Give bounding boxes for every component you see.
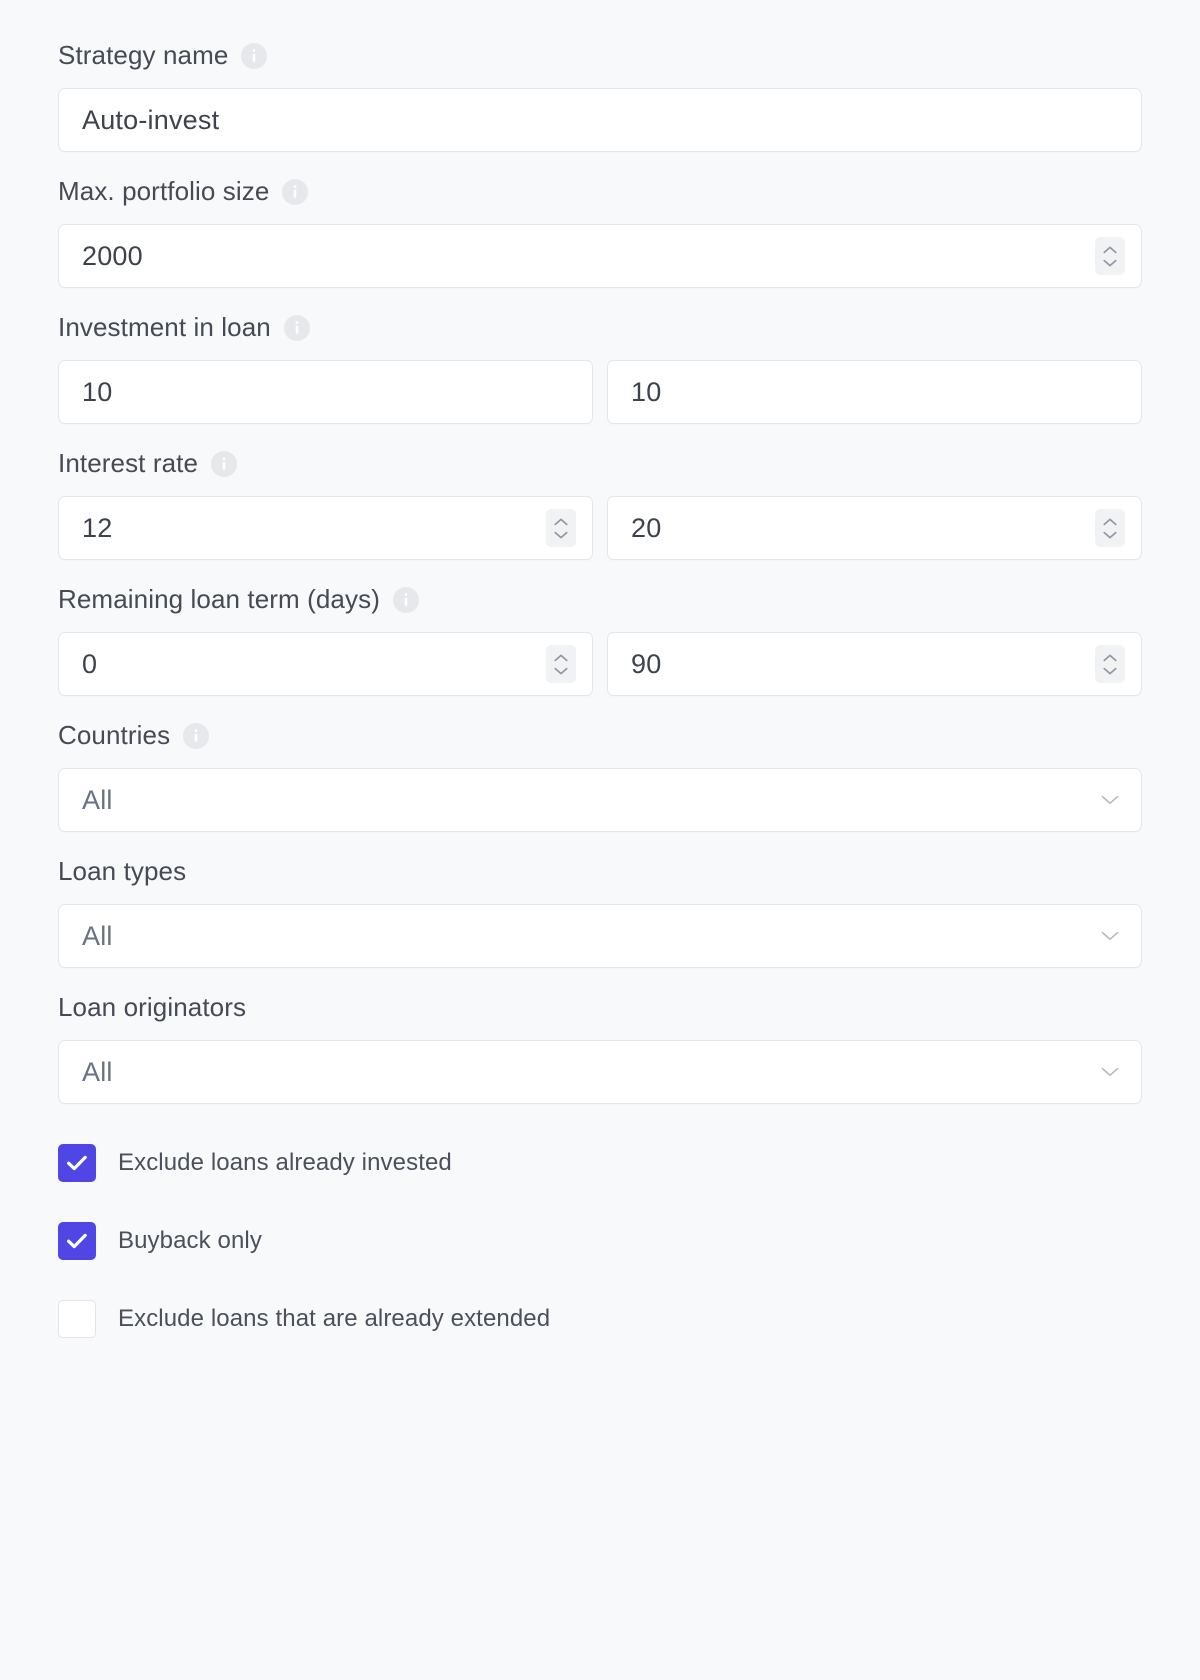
value-strategy-name: Auto-invest: [82, 105, 220, 135]
field-label-interest-rate: Interest rate: [58, 448, 199, 478]
select-countries[interactable]: All: [58, 768, 1142, 832]
field-group-max-portfolio-size: Max. portfolio size 2000: [58, 174, 1142, 288]
chevron-down-icon[interactable]: [1103, 259, 1117, 267]
auto-invest-strategy-form: Strategy name Auto-invest Max. portfolio s…: [0, 0, 1200, 1348]
value-loan-originators: All: [82, 1057, 113, 1087]
field-inputs-interest-rate: 12 20: [58, 496, 1142, 560]
input-remaining-loan-term-max[interactable]: 90: [607, 632, 1142, 696]
info-icon-investment-in-loan[interactable]: [283, 315, 310, 341]
checkbox-buyback-only[interactable]: [58, 1222, 96, 1260]
value-countries: All: [82, 785, 113, 815]
field-group-strategy-name: Strategy name Auto-invest: [58, 38, 1142, 152]
chevron-down-icon[interactable]: [554, 531, 568, 539]
value-investment-in-loan-max: 10: [631, 377, 662, 407]
field-group-loan-types: Loan types All: [58, 854, 1142, 968]
value-investment-in-loan-min: 10: [82, 377, 113, 407]
field-inputs-loan-types: All: [58, 904, 1142, 968]
info-icon-remaining-loan-term[interactable]: [392, 587, 419, 613]
chevron-up-icon[interactable]: [1103, 654, 1117, 662]
field-group-interest-rate: Interest rate 12 20: [58, 446, 1142, 560]
chevron-down-icon[interactable]: [1103, 667, 1117, 675]
select-loan-types[interactable]: All: [58, 904, 1142, 968]
stepper-max-portfolio-size[interactable]: [1095, 237, 1125, 275]
stepper-interest-rate-max[interactable]: [1095, 509, 1125, 547]
checkbox-label-buyback-only: Buyback only: [118, 1227, 262, 1254]
checkbox-label-exclude-loans-already-extended: Exclude loans that are already extended: [118, 1305, 551, 1332]
input-interest-rate-max[interactable]: 20: [607, 496, 1142, 560]
checkbox-row-buyback-only[interactable]: Buyback only: [58, 1212, 1142, 1270]
input-max-portfolio-size[interactable]: 2000: [58, 224, 1142, 288]
chevron-down-icon[interactable]: [1103, 531, 1117, 539]
field-inputs-remaining-loan-term: 0 90: [58, 632, 1142, 696]
input-interest-rate-min[interactable]: 12: [58, 496, 593, 560]
input-investment-in-loan-max[interactable]: 10: [607, 360, 1142, 424]
field-label-row-loan-types: Loan types: [58, 854, 1142, 888]
checkbox-exclude-loans-already-extended[interactable]: [58, 1300, 96, 1338]
select-loan-originators[interactable]: All: [58, 1040, 1142, 1104]
field-inputs-strategy-name: Auto-invest: [58, 88, 1142, 152]
field-inputs-investment-in-loan: 10 10: [58, 360, 1142, 424]
field-label-row-loan-originators: Loan originators: [58, 990, 1142, 1024]
field-label-strategy-name: Strategy name: [58, 40, 229, 70]
field-inputs-countries: All: [58, 768, 1142, 832]
field-inputs-loan-originators: All: [58, 1040, 1142, 1104]
caret-down-icon-loan-originators[interactable]: [1101, 1067, 1119, 1077]
chevron-up-icon[interactable]: [554, 654, 568, 662]
field-label-loan-types: Loan types: [58, 856, 187, 886]
field-label-row-max-portfolio-size: Max. portfolio size: [58, 174, 1142, 208]
info-icon-countries[interactable]: [183, 723, 210, 749]
field-group-remaining-loan-term: Remaining loan term (days) 0 90: [58, 582, 1142, 696]
checkbox-label-exclude-loans-already-invested: Exclude loans already invested: [118, 1149, 452, 1176]
form-fields: Strategy name Auto-invest Max. portfolio s…: [58, 38, 1142, 1104]
caret-down-icon-loan-types[interactable]: [1101, 931, 1119, 941]
info-icon-max-portfolio-size[interactable]: [282, 179, 309, 205]
caret-down-icon-countries[interactable]: [1101, 795, 1119, 805]
checkbox-exclude-loans-already-invested[interactable]: [58, 1144, 96, 1182]
field-group-investment-in-loan: Investment in loan 10 10: [58, 310, 1142, 424]
value-remaining-loan-term-min: 0: [82, 649, 98, 679]
field-label-investment-in-loan: Investment in loan: [58, 312, 271, 342]
chevron-up-icon[interactable]: [554, 518, 568, 526]
field-label-row-interest-rate: Interest rate: [58, 446, 1142, 480]
value-loan-types: All: [82, 921, 113, 951]
field-label-loan-originators: Loan originators: [58, 992, 247, 1022]
field-inputs-max-portfolio-size: 2000: [58, 224, 1142, 288]
input-remaining-loan-term-min[interactable]: 0: [58, 632, 593, 696]
input-strategy-name[interactable]: Auto-invest: [58, 88, 1142, 152]
field-label-row-investment-in-loan: Investment in loan: [58, 310, 1142, 344]
chevron-up-icon[interactable]: [1103, 246, 1117, 254]
info-icon-strategy-name[interactable]: [241, 43, 268, 69]
stepper-remaining-loan-term-max[interactable]: [1095, 645, 1125, 683]
field-group-countries: Countries All: [58, 718, 1142, 832]
field-label-remaining-loan-term: Remaining loan term (days): [58, 584, 380, 614]
value-interest-rate-min: 12: [82, 513, 113, 543]
input-investment-in-loan-min[interactable]: 10: [58, 360, 593, 424]
field-group-loan-originators: Loan originators All: [58, 990, 1142, 1104]
info-icon-interest-rate[interactable]: [211, 451, 238, 477]
stepper-interest-rate-min[interactable]: [546, 509, 576, 547]
value-remaining-loan-term-max: 90: [631, 649, 662, 679]
field-label-max-portfolio-size: Max. portfolio size: [58, 176, 270, 206]
value-max-portfolio-size: 2000: [82, 241, 143, 271]
field-label-row-remaining-loan-term: Remaining loan term (days): [58, 582, 1142, 616]
checkbox-row-exclude-loans-already-invested[interactable]: Exclude loans already invested: [58, 1134, 1142, 1192]
form-checkbox-list: Exclude loans already invested Buyback on…: [58, 1134, 1142, 1348]
value-interest-rate-max: 20: [631, 513, 662, 543]
chevron-down-icon[interactable]: [554, 667, 568, 675]
chevron-up-icon[interactable]: [1103, 518, 1117, 526]
field-label-row-strategy-name: Strategy name: [58, 38, 1142, 72]
checkbox-row-exclude-loans-already-extended[interactable]: Exclude loans that are already extended: [58, 1290, 1142, 1348]
field-label-countries: Countries: [58, 720, 171, 750]
stepper-remaining-loan-term-min[interactable]: [546, 645, 576, 683]
field-label-row-countries: Countries: [58, 718, 1142, 752]
